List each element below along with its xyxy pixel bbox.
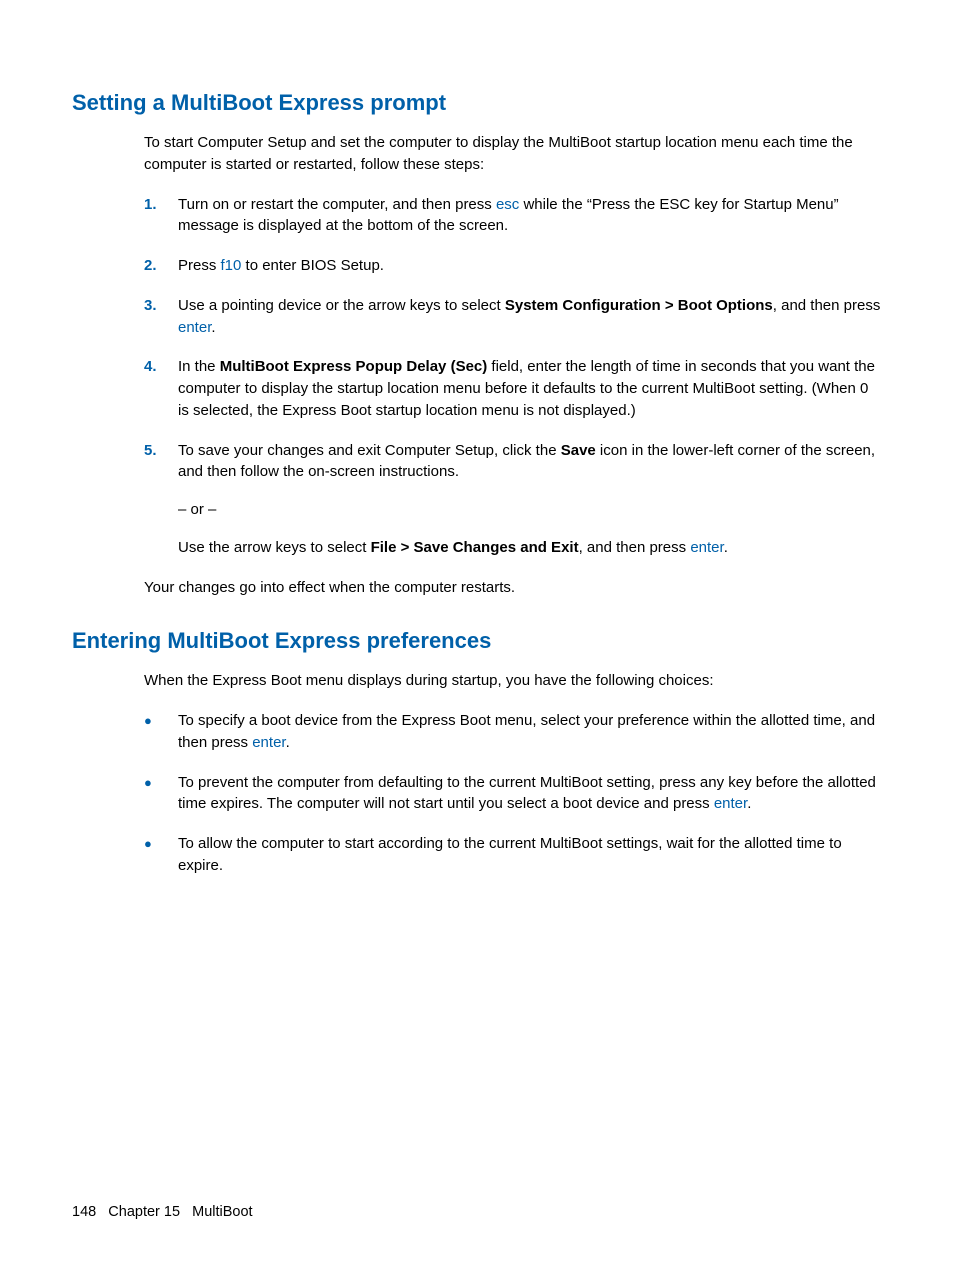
text: , and then press [579,539,691,556]
text: To save your changes and exit Computer S… [178,442,561,459]
step-number: 1. [144,194,178,216]
section1-heading: Setting a MultiBoot Express prompt [72,90,882,116]
page-number: 148 [72,1204,96,1220]
step-1: 1. Turn on or restart the computer, and … [144,194,882,238]
step-body: Press f10 to enter BIOS Setup. [178,255,882,277]
step-number: 4. [144,356,178,378]
key-esc: esc [496,196,519,213]
bullet-body: To prevent the computer from defaulting … [178,772,882,816]
bullet-3: ● To allow the computer to start accordi… [144,833,882,877]
key-enter: enter [714,795,747,812]
text: Turn on or restart the computer, and the… [178,196,496,213]
step-body: Turn on or restart the computer, and the… [178,194,882,238]
steps-list: 1. Turn on or restart the computer, and … [144,194,882,559]
section2: Entering MultiBoot Express preferences W… [72,628,882,876]
chapter-title: MultiBoot [192,1204,252,1220]
bullet-body: To specify a boot device from the Expres… [178,710,882,754]
bullet-1: ● To specify a boot device from the Expr… [144,710,882,754]
section1-outro: Your changes go into effect when the com… [144,577,882,599]
key-enter: enter [252,734,285,751]
bullet-icon: ● [144,710,178,732]
step-alt: Use the arrow keys to select File > Save… [178,537,882,559]
text: . [211,319,215,336]
step-number: 5. [144,440,178,462]
bullet-list: ● To specify a boot device from the Expr… [144,710,882,877]
text: Press [178,257,221,274]
step-2: 2. Press f10 to enter BIOS Setup. [144,255,882,277]
bullet-2: ● To prevent the computer from defaultin… [144,772,882,816]
step-3: 3. Use a pointing device or the arrow ke… [144,295,882,339]
text: , and then press [773,297,881,314]
key-f10: f10 [221,257,242,274]
text: To prevent the computer from defaulting … [178,774,876,813]
text: . [724,539,728,556]
text: to enter BIOS Setup. [241,257,384,274]
bullet-body: To allow the computer to start according… [178,833,882,877]
step-or: – or – [178,499,882,521]
section2-intro: When the Express Boot menu displays duri… [144,670,882,692]
step-4: 4. In the MultiBoot Express Popup Delay … [144,356,882,421]
text: Use a pointing device or the arrow keys … [178,297,505,314]
section1-intro: To start Computer Setup and set the comp… [144,132,882,176]
section2-heading: Entering MultiBoot Express preferences [72,628,882,654]
bold-path: System Configuration > Boot Options [505,297,773,314]
bullet-icon: ● [144,833,178,855]
bold-save: Save [561,442,596,459]
step-body: Use a pointing device or the arrow keys … [178,295,882,339]
text: Use the arrow keys to select [178,539,371,556]
text: . [747,795,751,812]
step-number: 3. [144,295,178,317]
chapter-label: Chapter 15 [108,1204,180,1220]
bold-field: MultiBoot Express Popup Delay (Sec) [220,358,488,375]
step-5: 5. To save your changes and exit Compute… [144,440,882,559]
step-body: In the MultiBoot Express Popup Delay (Se… [178,356,882,421]
text: . [286,734,290,751]
key-enter: enter [178,319,211,336]
key-enter: enter [690,539,723,556]
text: To allow the computer to start according… [178,835,842,874]
step-body: To save your changes and exit Computer S… [178,440,882,559]
page-content: Setting a MultiBoot Express prompt To st… [0,0,954,945]
bold-file-save: File > Save Changes and Exit [371,539,579,556]
page-footer: 148 Chapter 15 MultiBoot [72,1204,253,1220]
text: In the [178,358,220,375]
step-number: 2. [144,255,178,277]
bullet-icon: ● [144,772,178,794]
